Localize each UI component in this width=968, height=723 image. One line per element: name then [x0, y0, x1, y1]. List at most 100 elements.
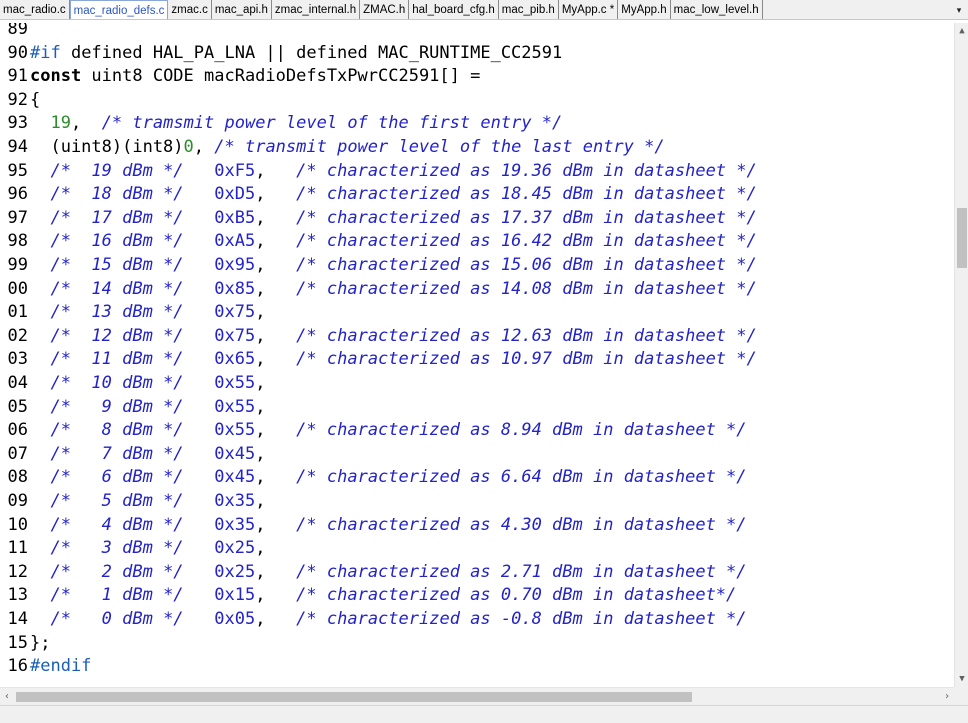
chevron-down-icon[interactable]: ▼: [955, 671, 968, 687]
code-line[interactable]: 10 /* 4 dBm */ 0x35, /* characterized as…: [0, 513, 954, 537]
code-token: /* 5 dBm */: [50, 491, 184, 511]
code-token: /* 1 dBm */: [50, 585, 184, 606]
code-token: 0x75: [214, 325, 256, 346]
chevron-right-icon[interactable]: ›: [940, 688, 954, 706]
line-number: 10: [7, 514, 28, 535]
code-line[interactable]: 93 19, /* tramsmit power level of the fi…: [0, 111, 954, 135]
line-number: 13: [7, 585, 28, 606]
tab-zmac-internal-h[interactable]: zmac_internal.h: [272, 0, 361, 19]
code-line[interactable]: 08 /* 6 dBm */ 0x45, /* characterized as…: [0, 465, 954, 489]
code-token: ,: [255, 396, 266, 417]
horizontal-scroll-thumb[interactable]: [16, 692, 692, 702]
code-line[interactable]: 15};: [0, 631, 954, 655]
code-token: /* characterized as 14.08 dBm in datashe…: [296, 278, 757, 299]
horizontal-scrollbar[interactable]: ‹ ›: [0, 687, 954, 705]
line-number: 95: [7, 160, 28, 181]
code-line[interactable]: 05 /* 9 dBm */ 0x55,: [0, 395, 954, 419]
code-line[interactable]: 98 /* 16 dBm */ 0xA5, /* characterized a…: [0, 229, 954, 253]
code-text: /* 7 dBm */ 0x45,: [30, 442, 265, 466]
tab-mac-radio-c[interactable]: mac_radio.c: [0, 0, 70, 19]
code-editor[interactable]: 89 90 #if defined HAL_PA_LNA || defined MA…: [0, 23, 954, 687]
code-token: /* 13 dBm */: [50, 302, 184, 323]
tab-myapp-c[interactable]: MyApp.c *: [559, 0, 619, 19]
code-line[interactable]: 97 /* 17 dBm */ 0xB5, /* characterized a…: [0, 206, 954, 230]
tab-mac-api-h[interactable]: mac_api.h: [212, 0, 272, 19]
line-number: 15: [7, 632, 28, 653]
line-number: 04: [7, 373, 28, 393]
code-token: defined HAL_PA_LNA || defined MAC_RUNTIM…: [60, 42, 563, 63]
code-line[interactable]: 90 #if defined HAL_PA_LNA || defined MAC_…: [0, 41, 954, 65]
code-token: /* 9 dBm */: [50, 396, 184, 417]
code-text: /* 1 dBm */ 0x15, /* characterized as 0.…: [30, 583, 736, 607]
code-line[interactable]: 11 /* 3 dBm */ 0x25,: [0, 536, 954, 560]
tab-mac-radio-defs-c[interactable]: mac_radio_defs.c: [69, 0, 169, 19]
code-token: /* characterized as 15.06 dBm in datashe…: [296, 255, 757, 275]
tab-mac-low-level-h[interactable]: mac_low_level.h: [671, 0, 763, 19]
code-token: /* characterized as 4.30 dBm in datashee…: [296, 514, 747, 535]
vertical-scroll-thumb[interactable]: [957, 208, 967, 268]
vertical-scrollbar[interactable]: ▲ ▼: [954, 23, 968, 687]
tab-mac-pib-h[interactable]: mac_pib.h: [499, 0, 559, 19]
code-text: /* 17 dBm */ 0xB5, /* characterized as 1…: [30, 206, 756, 230]
tab-bar: mac_radio.c mac_radio_defs.c zmac.c mac_api…: [0, 0, 968, 20]
code-line[interactable]: 16 #endif: [0, 654, 954, 678]
chevron-up-icon[interactable]: ▲: [955, 23, 968, 39]
code-token: ,: [255, 278, 297, 299]
code-line[interactable]: 92{: [0, 88, 954, 112]
code-token: /* characterized as 6.64 dBm in datashee…: [296, 467, 747, 488]
code-line[interactable]: 99 /* 15 dBm */ 0x95, /* characterized a…: [0, 253, 954, 277]
tab-zmac-c[interactable]: zmac.c: [168, 0, 212, 19]
line-number: 97: [7, 207, 28, 228]
code-line[interactable]: 89: [0, 23, 954, 41]
code-token: ,: [255, 302, 266, 323]
code-line[interactable]: 04 /* 10 dBm */ 0x55,: [0, 371, 954, 395]
line-number: 00: [7, 278, 28, 299]
code-text: /* 8 dBm */ 0x55, /* characterized as 8.…: [30, 418, 746, 442]
code-line[interactable]: 06 /* 8 dBm */ 0x55, /* characterized as…: [0, 418, 954, 442]
code-token: ,: [255, 609, 297, 629]
code-token: ,: [255, 184, 297, 205]
code-line[interactable]: 03 /* 11 dBm */ 0x65, /* characterized a…: [0, 347, 954, 371]
chevron-left-icon[interactable]: ‹: [0, 688, 14, 706]
code-token: ,: [255, 349, 297, 370]
code-line[interactable]: 09 /* 5 dBm */ 0x35,: [0, 489, 954, 513]
code-line[interactable]: 14 /* 0 dBm */ 0x05, /* characterized as…: [0, 607, 954, 631]
code-line[interactable]: 01 /* 13 dBm */ 0x75,: [0, 300, 954, 324]
scrollbar-corner: [954, 687, 968, 705]
code-line[interactable]: 94 (uint8)(int8)0, /* transmit power lev…: [0, 135, 954, 159]
tab-myapp-h[interactable]: MyApp.h: [618, 0, 671, 19]
line-number: 06: [7, 420, 28, 441]
code-line[interactable]: 00 /* 14 dBm */ 0x85, /* characterized a…: [0, 277, 954, 301]
code-text: /* 6 dBm */ 0x45, /* characterized as 6.…: [30, 465, 747, 489]
code-line[interactable]: 95 /* 19 dBm */ 0xF5, /* characterized a…: [0, 159, 954, 183]
code-line[interactable]: 91 const uint8 CODE macRadioDefsTxPwrCC25…: [0, 64, 954, 88]
code-line[interactable]: 02 /* 12 dBm */ 0x75, /* characterized a…: [0, 324, 954, 348]
code-token: 0xD5: [214, 184, 256, 205]
code-text: 19, /* tramsmit power level of the first…: [30, 111, 562, 135]
line-number: 99: [7, 255, 28, 275]
line-number: 07: [7, 443, 28, 464]
code-token: /* characterized as 12.63 dBm in datashe…: [296, 325, 757, 346]
code-text: /* 14 dBm */ 0x85, /* characterized as 1…: [30, 277, 757, 301]
code-token: /* 18 dBm */: [50, 184, 184, 205]
code-token: /* 0 dBm */: [50, 609, 184, 629]
code-line[interactable]: 12 /* 2 dBm */ 0x25, /* characterized as…: [0, 560, 954, 584]
code-line[interactable]: 07 /* 7 dBm */ 0x45,: [0, 442, 954, 466]
tab-hal-board-cfg-h[interactable]: hal_board_cfg.h: [409, 0, 499, 19]
code-text: /* 12 dBm */ 0x75, /* characterized as 1…: [30, 324, 757, 348]
code-line[interactable]: 96 /* 18 dBm */ 0xD5, /* characterized a…: [0, 182, 954, 206]
tab-zmac-h[interactable]: ZMAC.h: [360, 0, 410, 19]
code-line[interactable]: 13 /* 1 dBm */ 0x15, /* characterized as…: [0, 583, 954, 607]
chevron-down-icon[interactable]: ▾: [952, 0, 966, 19]
